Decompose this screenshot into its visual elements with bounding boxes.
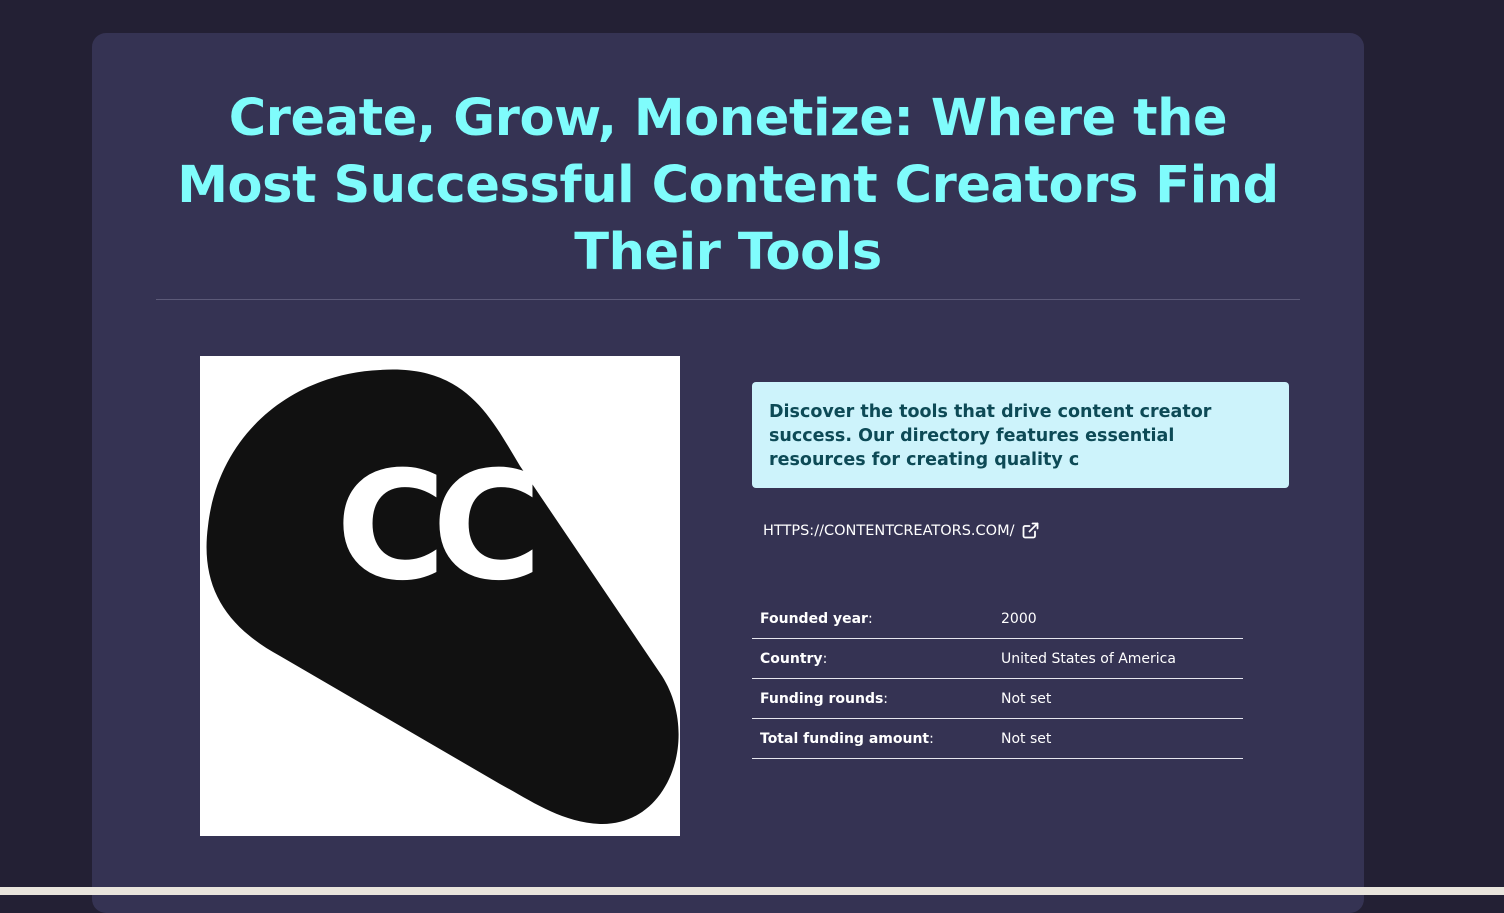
page-title: Create, Grow, Monetize: Where the Most S… — [177, 89, 1279, 282]
country-value: United States of America — [993, 638, 1243, 679]
table-row: Country: United States of America — [752, 638, 1243, 679]
title-divider — [156, 299, 1300, 300]
total-funding-value: Not set — [993, 718, 1243, 759]
logo-text: CC — [336, 440, 533, 614]
main-card: Create, Grow, Monetize: Where the Most S… — [92, 33, 1364, 913]
company-logo: CC — [200, 356, 680, 836]
company-details-table: Founded year: 2000 Country: United State… — [752, 599, 1243, 759]
description-text: Discover the tools that drive content cr… — [769, 402, 1212, 470]
funding-rounds-label: Funding rounds — [760, 690, 884, 707]
table-row: Founded year: 2000 — [752, 599, 1243, 639]
cc-logo-icon: CC — [206, 369, 679, 825]
funding-rounds-value: Not set — [993, 678, 1243, 719]
founded-year-label: Founded year — [760, 610, 868, 627]
bottom-strip — [0, 887, 1504, 895]
country-label: Country — [760, 650, 823, 667]
table-row: Total funding amount: Not set — [752, 718, 1243, 759]
founded-year-value: 2000 — [993, 599, 1243, 639]
website-url: HTTPS://CONTENTCREATORS.COM/ — [763, 522, 1015, 539]
total-funding-label: Total funding amount — [760, 730, 930, 747]
external-link-icon — [1023, 522, 1039, 539]
website-link[interactable]: HTTPS://CONTENTCREATORS.COM/ — [763, 522, 1039, 539]
table-row: Funding rounds: Not set — [752, 678, 1243, 719]
description-box: Discover the tools that drive content cr… — [752, 382, 1289, 488]
